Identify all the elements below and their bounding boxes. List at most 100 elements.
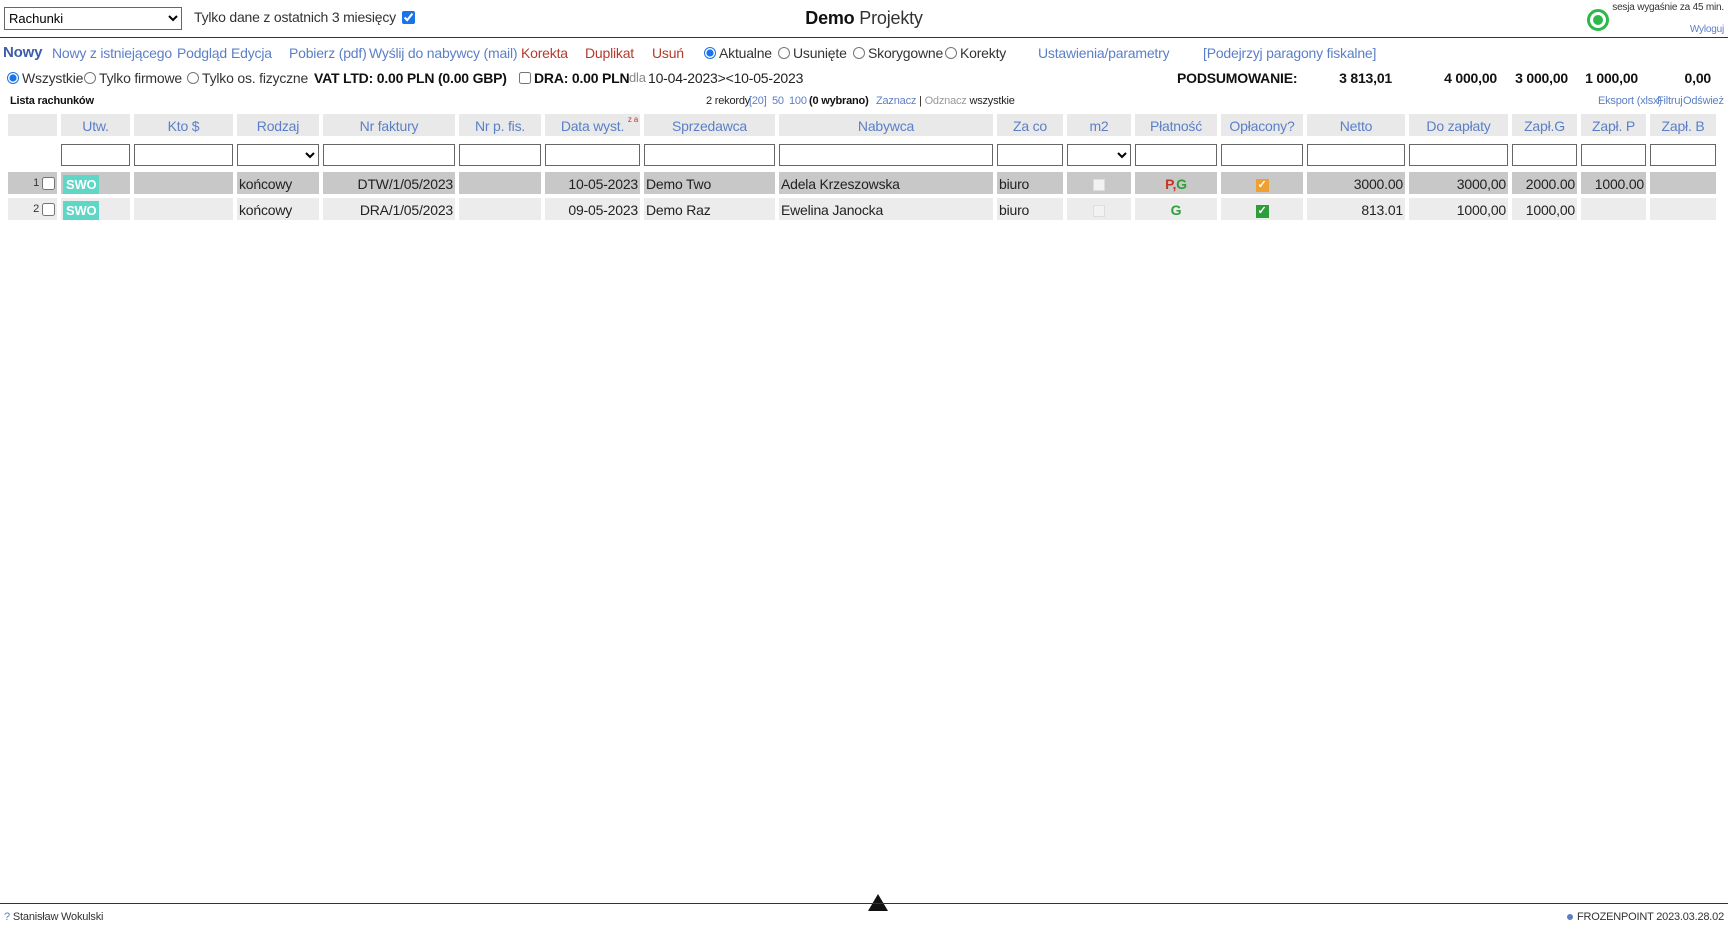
filter-zapl-p-input[interactable] xyxy=(1581,144,1646,166)
filter-sprzedawca-input[interactable] xyxy=(644,144,775,166)
fiscal-receipts-link[interactable]: [Podejrzyj paragony fiskalne] xyxy=(1203,45,1376,61)
preview-button[interactable]: Podgląd xyxy=(177,45,227,61)
filter-platnosc-input[interactable] xyxy=(1135,144,1217,166)
radio-current-input[interactable] xyxy=(704,47,716,59)
filter-rodzaj-select[interactable] xyxy=(237,144,319,166)
edit-button[interactable]: Edycja xyxy=(231,45,272,61)
radio-company-only-input[interactable] xyxy=(84,72,96,84)
radio-current[interactable]: Aktualne xyxy=(704,45,772,61)
deselect-link[interactable]: Odznacz xyxy=(925,95,967,107)
filter-do-zaplaty-input[interactable] xyxy=(1409,144,1508,166)
new-button[interactable]: Nowy xyxy=(3,44,42,61)
cell-paid-g: 2000.00 xyxy=(1510,170,1579,196)
cell-paid-p: 1000.00 xyxy=(1579,170,1648,196)
filter-link[interactable]: Filtruj xyxy=(1657,95,1683,107)
select-all-word: wszystkie xyxy=(969,95,1015,107)
filter-utw-input[interactable] xyxy=(61,144,130,166)
header-data-wyst[interactable]: Data wyst. z a xyxy=(543,112,642,138)
cell-seller: Demo Raz xyxy=(642,196,777,222)
cell-buyer: Adela Krzeszowska xyxy=(777,170,995,196)
download-pdf-button[interactable]: Pobierz (pdf) xyxy=(289,45,367,61)
header-nr-faktury[interactable]: Nr faktury xyxy=(321,112,457,138)
radio-corrections-input[interactable] xyxy=(945,47,957,59)
filter-za-co-input[interactable] xyxy=(997,144,1063,166)
filter-data-input[interactable] xyxy=(545,144,640,166)
logout-link[interactable]: Wyloguj xyxy=(1690,24,1724,35)
header-zapl-p[interactable]: Zapł. P xyxy=(1579,112,1648,138)
correction-button[interactable]: Korekta xyxy=(521,45,568,61)
recent-data-checkbox[interactable] xyxy=(401,10,415,24)
duplicate-button[interactable]: Duplikat xyxy=(585,45,634,61)
dra-checkbox[interactable] xyxy=(519,72,531,84)
header-oplacony[interactable]: Opłacony? xyxy=(1219,112,1305,138)
header-utw[interactable]: Utw. xyxy=(59,112,132,138)
radio-corrected[interactable]: Skorygowne xyxy=(853,45,943,61)
filter-nabywca-input[interactable] xyxy=(779,144,993,166)
cell-to-pay: 1000,00 xyxy=(1407,196,1510,222)
page-size-50[interactable]: 50 xyxy=(772,95,784,107)
filter-rodzaj-cell xyxy=(235,142,321,168)
cell-date: 10-05-2023 xyxy=(543,170,642,196)
header-m2[interactable]: m2 xyxy=(1065,112,1133,138)
connection-status-icon xyxy=(1587,9,1609,31)
filter-zapl-b-input[interactable] xyxy=(1650,144,1716,166)
cell-paid-b xyxy=(1648,196,1718,222)
new-from-existing-button[interactable]: Nowy z istniejącego xyxy=(52,45,172,61)
module-select[interactable]: Rachunki xyxy=(4,7,182,30)
filter-oplacony-input[interactable] xyxy=(1221,144,1303,166)
header-za-co[interactable]: Za co xyxy=(995,112,1065,138)
radio-corrected-input[interactable] xyxy=(853,47,865,59)
radio-company-only[interactable]: Tylko firmowe xyxy=(84,70,182,86)
filter-nr-fis-input[interactable] xyxy=(459,144,541,166)
filter-nr-faktury-input[interactable] xyxy=(323,144,455,166)
header-do-zaplaty[interactable]: Do zapłaty xyxy=(1407,112,1510,138)
dra-filter[interactable]: DRA: 0.00 PLN xyxy=(519,70,630,86)
radio-all-clients[interactable]: Wszystkie xyxy=(7,70,83,86)
radio-deleted-input[interactable] xyxy=(778,47,790,59)
top-bar: Rachunki Tylko dane z ostatnich 3 miesię… xyxy=(0,0,1728,38)
filter-m2-select[interactable] xyxy=(1067,144,1131,166)
cell-netto: 813.01 xyxy=(1305,196,1407,222)
filter-zapl-b-cell xyxy=(1648,142,1718,168)
filter-nabywca-cell xyxy=(777,142,995,168)
cell-invoice-number[interactable]: DRA/1/05/2023 xyxy=(321,196,457,222)
send-mail-button[interactable]: Wyślij do nabywcy (mail) xyxy=(369,45,518,61)
settings-link[interactable]: Ustawienia/parametry xyxy=(1038,45,1170,61)
delete-button[interactable]: Usuń xyxy=(652,45,684,61)
radio-corrections[interactable]: Korekty xyxy=(945,45,1006,61)
filter-m2-cell xyxy=(1065,142,1133,168)
cell-invoice-number[interactable]: DTW/1/05/2023 xyxy=(321,170,457,196)
header-zapl-b[interactable]: Zapł. B xyxy=(1648,112,1718,138)
radio-persons-only[interactable]: Tylko os. fizyczne xyxy=(187,70,308,86)
radio-all-clients-input[interactable] xyxy=(7,72,19,84)
payment-g: G xyxy=(1176,176,1187,192)
radio-corrected-label: Skorygowne xyxy=(868,45,944,61)
header-nabywca[interactable]: Nabywca xyxy=(777,112,995,138)
header-netto[interactable]: Netto xyxy=(1305,112,1407,138)
export-xlsx-link[interactable]: Eksport (xlsx) xyxy=(1598,95,1662,107)
filter-select-cell xyxy=(6,142,59,168)
select-all-link[interactable]: Zaznacz xyxy=(876,95,916,107)
header-platnosc[interactable]: Płatność xyxy=(1133,112,1219,138)
header-zapl-g[interactable]: Zapł.G xyxy=(1510,112,1579,138)
radio-persons-only-input[interactable] xyxy=(187,72,199,84)
row-checkbox[interactable] xyxy=(42,202,55,216)
filter-zapl-g-cell xyxy=(1510,142,1579,168)
filter-kto-input[interactable] xyxy=(134,144,233,166)
help-icon[interactable]: ? xyxy=(4,911,10,923)
cell-kto xyxy=(132,196,235,222)
page-size-20[interactable]: [20] xyxy=(749,95,767,107)
recent-data-filter[interactable]: Tylko dane z ostatnich 3 miesięcy xyxy=(194,9,415,25)
page-size-100[interactable]: 100 xyxy=(789,95,807,107)
row-checkbox[interactable] xyxy=(42,176,55,190)
radio-deleted[interactable]: Usunięte xyxy=(778,45,847,61)
header-kto[interactable]: Kto $ xyxy=(132,112,235,138)
header-rodzaj[interactable]: Rodzaj xyxy=(235,112,321,138)
brand-dot-icon xyxy=(1566,914,1573,920)
filter-netto-input[interactable] xyxy=(1307,144,1405,166)
refresh-link[interactable]: Odśwież xyxy=(1683,95,1724,107)
filter-sprzedawca-cell xyxy=(642,142,777,168)
filter-zapl-g-input[interactable] xyxy=(1512,144,1577,166)
header-sprzedawca[interactable]: Sprzedawca xyxy=(642,112,777,138)
header-nr-fis[interactable]: Nr p. fis. xyxy=(457,112,543,138)
